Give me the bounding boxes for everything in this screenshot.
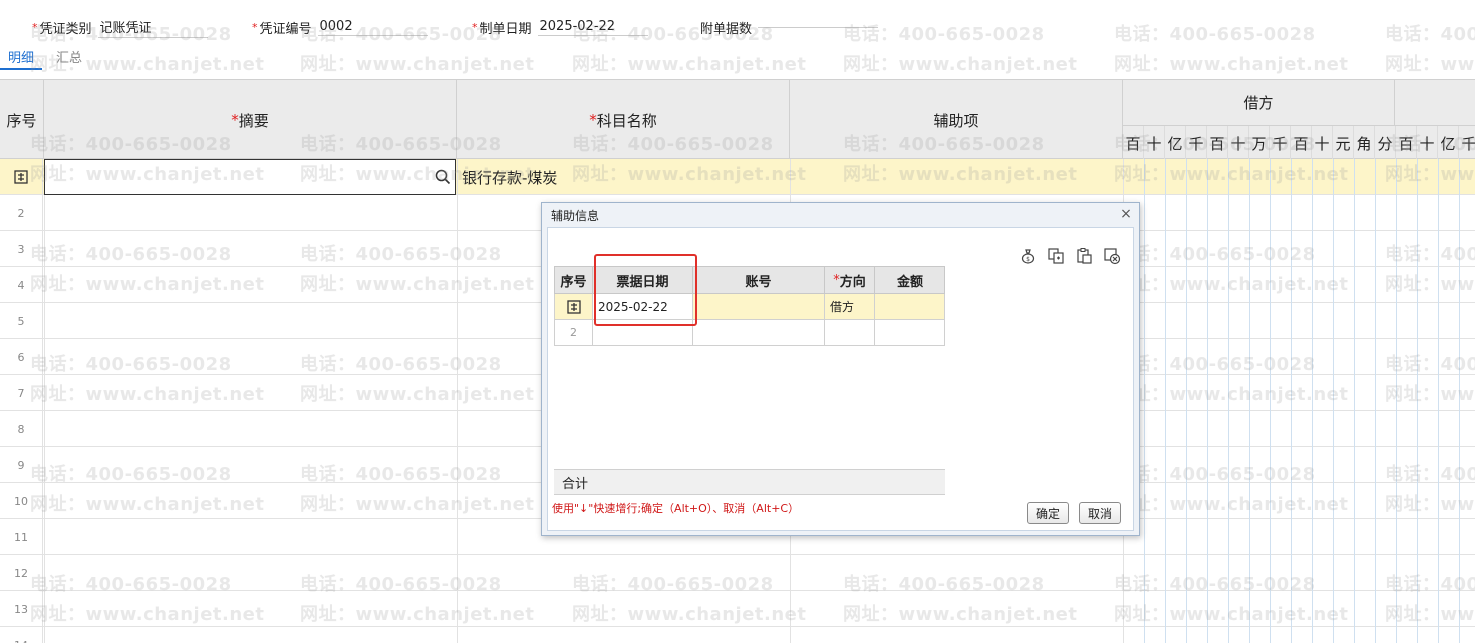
tab-detail[interactable]: 明细 [0,44,43,70]
voucher-type-value[interactable]: 记账凭证 [97,17,208,38]
auxiliary-info-dialog: 辅助信息 × $ 序号 票据日期 账号 * 方向 金额 2025-02-22 借… [541,202,1140,536]
money-bag-icon[interactable]: $ [1019,247,1037,265]
col-auxiliary-header: 辅助项 [790,80,1123,160]
watermark-site: 网址：www.chanjet.net [572,54,807,75]
col-summary-header: * 摘要 [44,80,457,160]
table-row[interactable]: 12 [0,555,1475,591]
digit-header: 十 [1417,126,1438,160]
digit-header: 十 [1144,126,1165,160]
voucher-no-label: 凭证编号 [259,21,312,37]
shortcut-hint: 使用"↓"快速增行;确定（Alt+O）、取消（Alt+C） [552,502,800,515]
cancel-button[interactable]: 取消 [1079,502,1122,524]
digit-header: 亿 [1438,126,1459,160]
row-number: 4 [0,267,43,303]
watermark-site: 网址：www.chanjet.net [1114,54,1349,75]
voucher-no-field[interactable]: * 凭证编号 0002 [252,14,428,40]
digit-header: 千 [1186,126,1207,160]
account-cell[interactable] [693,294,825,319]
close-icon[interactable]: × [1119,206,1133,222]
direction-cell[interactable]: 借方 [825,294,875,319]
watermark-phone: 电话：400-665-0028 [1385,24,1475,45]
subject-cell[interactable]: 银行存款-煤炭 [462,159,557,195]
direction-cell[interactable] [825,320,875,345]
svg-text:$: $ [1026,256,1030,263]
digit-header: 百 [1123,126,1144,160]
digit-header: 百 [1396,126,1417,160]
dialog-toolbar: $ [1019,247,1121,265]
row-number: 5 [0,303,43,339]
watermark-phone: 电话：400-665-0028 [1114,24,1316,45]
summary-input[interactable] [44,159,456,195]
date-field[interactable]: * 制单日期 2025-02-22 [472,14,648,40]
digit-header: 十 [1312,126,1333,160]
date-value[interactable]: 2025-02-22 [537,19,648,36]
row-number [0,159,43,195]
voucher-type-field[interactable]: * 凭证类别 记账凭证 [32,14,208,40]
dialog-body: $ 序号 票据日期 账号 * 方向 金额 2025-02-22 借方 2 合计 … [547,227,1134,531]
watermark-site: 网址：www.chanjet.net [843,54,1078,75]
col-credit-header-clipped [1395,80,1475,126]
copy-row-icon[interactable] [1047,247,1065,265]
date-label: 制单日期 [479,21,532,37]
account-cell[interactable] [693,320,825,345]
page-title-fragment [838,0,844,10]
table-row[interactable]: 13 [0,591,1475,627]
table-row[interactable]: 银行存款-煤炭 [0,159,1475,195]
digit-header: 百 [1291,126,1312,160]
digit-header: 角 [1354,126,1375,160]
aux-col-direction: * 方向 [825,267,875,293]
row-operation-icon[interactable] [566,299,582,315]
row-number: 10 [0,483,43,519]
paste-icon[interactable] [1075,247,1093,265]
highlight-box [594,254,697,326]
voucher-type-label: 凭证类别 [39,21,92,37]
row-number: 7 [0,375,43,411]
search-icon[interactable] [435,169,451,185]
aux-row-seq [555,294,593,319]
col-seq-header: 序号 [0,80,44,160]
digit-header: 百 [1207,126,1228,160]
amount-cell[interactable] [875,320,945,345]
delete-row-icon[interactable] [1103,247,1121,265]
row-number: 3 [0,231,43,267]
grid-header: 序号 * 摘要 * 科目名称 辅助项 借方 百十亿千百十万千百十元角分百十亿千 [0,79,1475,160]
aux-row-seq: 2 [555,320,593,345]
voucher-no-value[interactable]: 0002 [317,19,428,36]
row-number: 11 [0,519,43,555]
dialog-title: 辅助信息 [551,208,600,223]
table-row[interactable]: 14 [0,627,1475,643]
aux-col-seq: 序号 [555,267,593,293]
row-number: 8 [0,411,43,447]
aux-col-amount: 金额 [896,274,923,290]
attachments-value[interactable] [758,26,879,28]
ok-button[interactable]: 确定 [1027,502,1070,524]
digit-header: 亿 [1165,126,1186,160]
row-number: 14 [0,627,43,643]
debit-digit-header: 百十亿千百十万千百十元角分百十亿千 [1123,126,1475,160]
aux-col-account: 账号 [693,267,825,293]
row-number: 12 [0,555,43,591]
view-tabs: 明细 汇总 [0,44,90,70]
digit-header: 千 [1270,126,1291,160]
digit-header: 千 [1459,126,1475,160]
watermark-site: 网址：www.chanjet.net [300,54,535,75]
amount-cell[interactable] [875,294,945,319]
watermark-site: 网址：www.chanjet.net [1385,54,1475,75]
col-subject-header: * 科目名称 [457,80,790,160]
attachments-label: 附单据数 [700,21,753,37]
row-number: 13 [0,591,43,627]
total-row: 合计 [554,469,945,495]
row-operation-icon[interactable] [13,169,29,185]
digit-header: 十 [1228,126,1249,160]
digit-header: 元 [1333,126,1354,160]
digit-header: 分 [1375,126,1396,160]
col-debit-header: 借方 [1123,80,1395,126]
row-number: 2 [0,195,43,231]
row-number: 9 [0,447,43,483]
row-number: 6 [0,339,43,375]
tab-summary[interactable]: 汇总 [48,44,90,70]
attachments-field[interactable]: 附单据数 [700,14,879,40]
digit-header: 万 [1249,126,1270,160]
